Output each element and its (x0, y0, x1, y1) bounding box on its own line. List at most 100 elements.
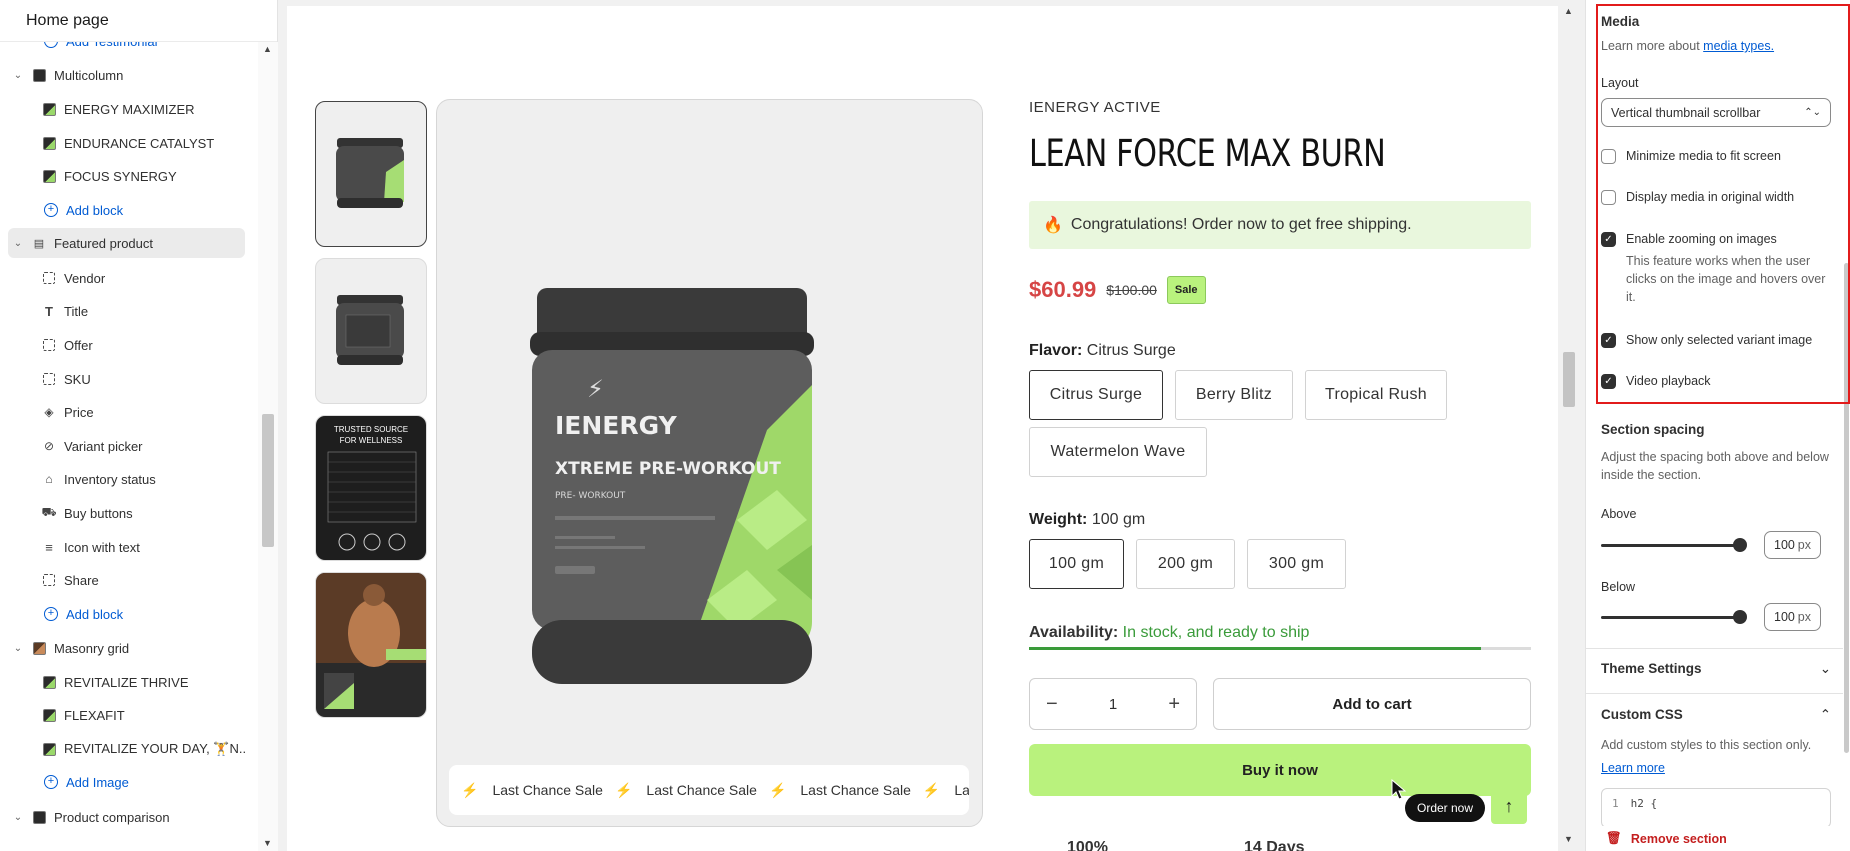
tree-block[interactable]: Vendor (8, 263, 245, 293)
add-item-button[interactable]: + Add Testimonial (8, 42, 245, 56)
trash-icon: 🗑 (1606, 831, 1622, 845)
tree-block[interactable]: SKU (8, 364, 245, 394)
gallery-thumb-1[interactable] (315, 101, 427, 247)
above-input[interactable]: 100 px (1764, 531, 1821, 559)
chevron-down-icon[interactable]: ⌄ (10, 643, 26, 654)
tree-block[interactable]: REVITALIZE YOUR DAY, 🏋️‍N... (8, 734, 245, 764)
sale-badge: Sale (1166, 276, 1206, 304)
availability: Availability: In stock, and ready to shi… (1029, 624, 1310, 641)
scroll-down-icon[interactable]: ▼ (263, 838, 272, 848)
tree-block-label: Share (64, 572, 99, 588)
tree-block[interactable]: Offer (8, 330, 245, 360)
tree-section[interactable]: ⌄ Product comparison (8, 802, 245, 832)
gallery-thumb-4[interactable] (315, 572, 427, 718)
tree-block[interactable]: ENERGY MAXIMIZER (8, 94, 245, 124)
tree-block-label: FOCUS SYNERGY (64, 168, 177, 184)
tree-block[interactable]: REVITALIZE THRIVE (8, 667, 245, 697)
tree-block[interactable]: FOCUS SYNERGY (8, 161, 245, 191)
price-row: $60.99 $100.00 Sale (1029, 276, 1206, 304)
tree-block[interactable]: ⛟ Buy buttons (8, 498, 245, 528)
preview-scrollbar[interactable]: ▲ ▼ (1558, 0, 1580, 851)
chevron-down-icon[interactable]: ⌄ (10, 812, 26, 823)
tree-section-label: Masonry grid (54, 640, 130, 656)
remove-section-button[interactable]: 🗑 Remove section (1586, 826, 1850, 851)
image-thumb-icon (42, 708, 56, 722)
svg-text:⚡: ⚡ (587, 375, 604, 403)
tree-block[interactable]: Share (8, 565, 245, 595)
above-label: Above (1601, 507, 1637, 521)
minus-icon[interactable]: − (1046, 693, 1058, 716)
below-slider[interactable] (1601, 606, 1747, 628)
plus-circle-icon: + (44, 203, 58, 217)
gallery-thumb-3[interactable]: TRUSTED SOURCE FOR WELLNESS (315, 415, 427, 561)
tree-block[interactable]: ⌂ Inventory status (8, 464, 245, 494)
section-spacing-help: Adjust the spacing both above and below … (1601, 450, 1829, 482)
theme-settings-toggle[interactable]: Theme Settings ⌄ (1601, 661, 1831, 677)
jar-sub-text: PRE- WORKOUT (555, 491, 626, 501)
product-vendor: IENERGY ACTIVE (1029, 99, 1161, 116)
sidebar-scroll-thumb[interactable] (262, 414, 274, 547)
scroll-up-icon[interactable]: ▲ (1564, 6, 1573, 16)
preview-scroll-thumb[interactable] (1563, 352, 1575, 407)
weight-option[interactable]: 200 gm (1136, 539, 1235, 589)
variant-icon: ⊘ (43, 439, 55, 453)
tree-block-label: Title (64, 303, 89, 319)
plus-icon[interactable]: + (1168, 693, 1180, 716)
tree-block[interactable]: T Title (8, 296, 245, 326)
chevron-up-icon: ⌃ (1819, 707, 1831, 722)
tree-block[interactable]: ENDURANCE CATALYST (8, 128, 245, 158)
bracket-icon (42, 573, 56, 587)
flavor-option[interactable]: Tropical Rush (1305, 370, 1447, 420)
tree-block[interactable]: ◈ Price (8, 397, 245, 427)
sale-price: $60.99 (1029, 277, 1097, 302)
multicolumn-icon (32, 68, 46, 82)
flavor-option[interactable]: Citrus Surge (1029, 370, 1163, 420)
quantity-stepper[interactable]: − 1 + (1029, 678, 1197, 730)
add-item-label: Add Image (66, 774, 129, 790)
flavor-option[interactable]: Watermelon Wave (1029, 427, 1207, 477)
bolt-icon: ⚡ (922, 781, 941, 798)
inventory-icon: ⌂ (45, 472, 53, 486)
custom-css-editor[interactable]: 1 h2 { (1601, 788, 1831, 828)
tree-section[interactable]: ⌄ ▤ Featured product (8, 228, 245, 258)
gallery-thumb-2[interactable] (315, 258, 427, 404)
image-thumb-icon (42, 742, 56, 756)
quantity-value[interactable]: 1 (1109, 696, 1117, 713)
bolt-icon: ⚡ (461, 781, 479, 798)
bracket-icon (42, 338, 56, 352)
section-tree-sidebar: Home page + Add Testimonial ⌄ Multicolumn EN… (0, 0, 278, 851)
add-item-button[interactable]: + Add block (8, 599, 245, 629)
chevron-down-icon[interactable]: ⌄ (10, 70, 26, 81)
ticker-item: ⚡ Last Chance Sale (461, 781, 603, 799)
stock-level-bar (1029, 647, 1531, 650)
add-item-button[interactable]: + Add Image (8, 767, 245, 797)
add-to-cart-button[interactable]: Add to cart (1213, 678, 1531, 730)
scroll-down-icon[interactable]: ▼ (1564, 834, 1573, 844)
featured-product-icon: ▤ (33, 237, 45, 250)
tree-block[interactable]: FLEXAFIT (8, 700, 245, 730)
tree-block[interactable]: ⊘ Variant picker (8, 431, 245, 461)
flavor-option[interactable]: Berry Blitz (1175, 370, 1293, 420)
sidebar-scrollbar[interactable]: ▲ ▼ (258, 42, 278, 851)
shipping-banner-text: Congratulations! Order now to get free s… (1070, 216, 1412, 233)
tree-section[interactable]: ⌄ Multicolumn (8, 60, 245, 90)
tree-section[interactable]: ⌄ Masonry grid (8, 633, 245, 663)
plus-circle-icon: + (44, 42, 58, 48)
weight-option[interactable]: 100 gm (1029, 539, 1124, 589)
page-selector[interactable]: Home page (0, 0, 277, 42)
order-now-tooltip[interactable]: Order now (1405, 794, 1486, 822)
plus-circle-icon: + (44, 607, 58, 621)
above-slider[interactable] (1601, 534, 1747, 556)
chevron-down-icon[interactable]: ⌄ (10, 238, 26, 249)
scroll-up-icon[interactable]: ▲ (263, 44, 272, 54)
learn-more-link[interactable]: Learn more (1601, 759, 1831, 777)
weight-option[interactable]: 300 gm (1247, 539, 1346, 589)
below-input[interactable]: 100 px (1764, 603, 1821, 631)
buy-now-button[interactable]: Buy it now (1029, 744, 1531, 796)
price-tag-icon: ◈ (44, 405, 54, 419)
back-to-top-icon[interactable]: ↑ (1491, 788, 1527, 824)
add-item-button[interactable]: + Add block (8, 195, 245, 225)
tree-block[interactable]: ≡ Icon with text (8, 532, 245, 562)
custom-css-toggle[interactable]: Custom CSS ⌃ (1601, 707, 1831, 723)
product-main-image[interactable]: ⚡ IENERGY XTREME PRE-WORKOUT PRE- WORKOU… (436, 99, 983, 827)
